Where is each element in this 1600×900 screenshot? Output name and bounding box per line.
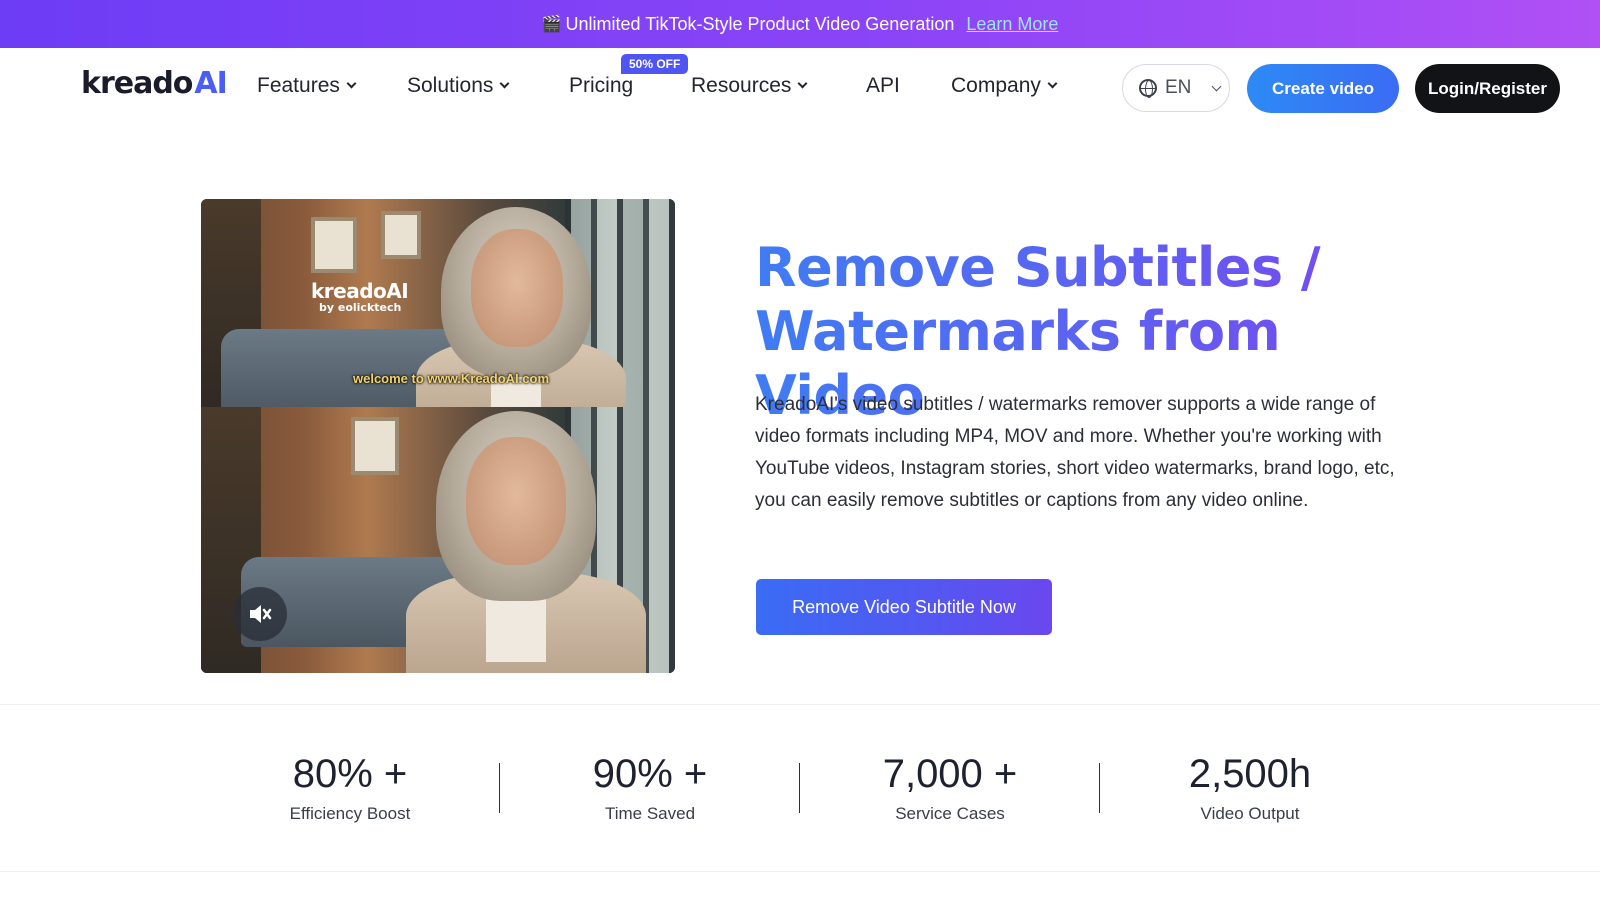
globe-icon [1139,79,1157,98]
nav-solutions[interactable]: Solutions [407,74,510,98]
nav-company-label: Company [951,74,1041,97]
language-label: EN [1165,77,1192,98]
hero-description: KreadoAI's video subtitles / watermarks … [755,394,1395,511]
main-nav: kreado AI Features Solutions Pricing 50% … [0,48,1600,128]
stat-divider [799,763,800,813]
nav-solutions-label: Solutions [407,74,494,97]
logo-ai-text: AI [194,66,227,101]
nav-resources-label: Resources [691,74,792,97]
video-frame-before: kreadoAI by eolicktech welcome to www.Kr… [201,199,675,407]
stat-time-saved: 90% + Time Saved [550,752,750,824]
nav-company[interactable]: Company [951,74,1058,98]
language-selector[interactable]: EN [1122,64,1230,112]
chevron-down-icon [499,78,510,89]
chevron-down-icon [1211,81,1222,91]
nav-api-label: API [866,74,900,97]
stat-label: Video Output [1200,804,1300,823]
nav-api[interactable]: API [866,74,900,98]
nav-pricing-label: Pricing [569,74,634,97]
stats-divider-bottom [0,871,1600,872]
stat-value: 80% + [292,752,408,796]
nav-resources[interactable]: Resources [691,74,808,98]
video-preview[interactable]: kreadoAI by eolicktech welcome to www.Kr… [201,199,675,673]
create-video-button[interactable]: Create video [1247,64,1399,113]
clapperboard-icon: 🎬 [541,16,562,33]
nav-pricing[interactable]: Pricing [569,74,633,98]
nav-features-label: Features [257,74,340,97]
promo-banner: 🎬 Unlimited TikTok-Style Product Video G… [0,0,1600,48]
stat-label: Efficiency Boost [289,804,411,823]
stat-efficiency: 80% + Efficiency Boost [250,752,450,824]
remove-subtitle-button[interactable]: Remove Video Subtitle Now [756,579,1052,635]
stat-service-cases: 7,000 + Service Cases [850,752,1050,824]
watermark-logo: kreadoAI by eolicktech [311,279,409,314]
stats-divider-top [0,704,1600,705]
stat-divider [1099,763,1100,813]
speaker-muted-icon[interactable] [233,587,287,641]
chevron-down-icon [1047,78,1058,89]
nav-features[interactable]: Features [257,74,357,98]
learn-more-link[interactable]: Learn More [966,14,1058,35]
kreado-logo[interactable]: kreado AI [81,66,228,101]
stat-label: Time Saved [604,804,696,823]
logo-text: kreado [81,66,193,101]
title-line-1: Remove Subtitles / [755,236,1321,299]
login-register-button[interactable]: Login/Register [1415,64,1560,113]
stat-value: 7,000 + [882,752,1018,796]
chevron-down-icon [797,78,808,89]
stat-label: Service Cases [895,804,1005,823]
stat-video-output: 2,500h Video Output [1150,752,1350,824]
stat-value: 90% + [592,752,708,796]
watermark-logo-text: kreadoAI [311,279,409,303]
discount-badge: 50% OFF [621,54,689,74]
video-caption: welcome to www.KreadoAI.com [353,371,550,386]
watermark-sub-text: by eolicktech [319,301,402,314]
stat-value: 2,500h [1188,752,1312,796]
stat-divider [499,763,500,813]
chevron-down-icon [346,78,357,89]
promo-banner-text: Unlimited TikTok-Style Product Video Gen… [565,13,955,34]
